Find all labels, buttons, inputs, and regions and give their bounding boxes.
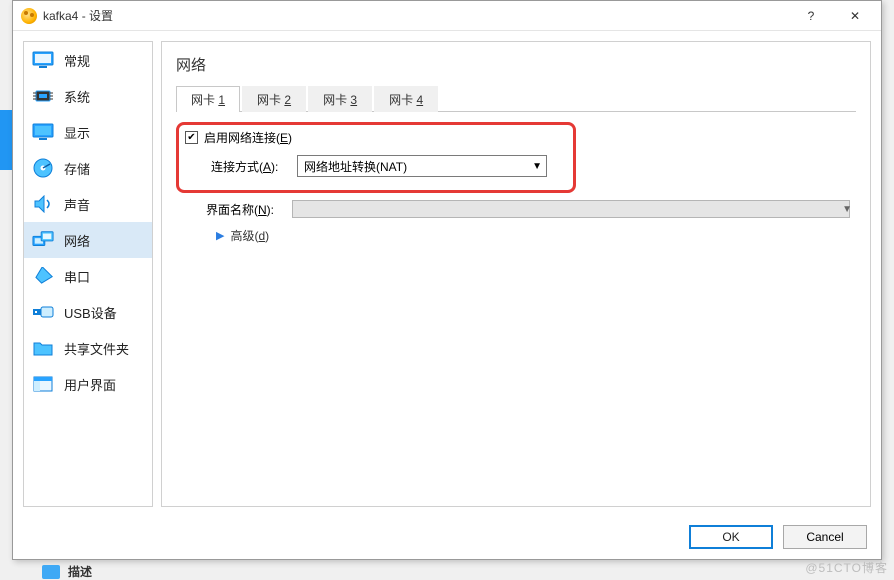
question-icon: ? <box>808 9 815 23</box>
close-button[interactable]: ✕ <box>833 2 877 30</box>
attached-to-row: 连接方式(A): 网络地址转换(NAT) ▼ <box>185 152 567 180</box>
sidebar-item-system[interactable]: 系统 <box>24 78 152 114</box>
chevron-down-icon: ▼ <box>842 204 852 215</box>
sidebar-item-general[interactable]: 常规 <box>24 42 152 78</box>
sidebar-item-label: 显示 <box>64 123 90 142</box>
adapter-tabs: 网卡 1 网卡 2 网卡 3 网卡 4 <box>176 85 856 112</box>
sidebar-item-label: 系统 <box>64 87 90 106</box>
triangle-right-icon: ▶ <box>216 229 224 242</box>
sidebar-item-audio[interactable]: 声音 <box>24 186 152 222</box>
enable-network-row: ✔ 启用网络连接(E) <box>185 127 567 152</box>
sidebar-item-usb[interactable]: USB设备 <box>24 294 152 330</box>
tab-label: 网卡 1 <box>191 93 225 107</box>
help-button[interactable]: ? <box>789 2 833 30</box>
display-icon <box>32 122 54 142</box>
enable-network-checkbox[interactable]: ✔ <box>185 131 198 144</box>
titlebar: kafka4 - 设置 ? ✕ <box>13 1 881 31</box>
sidebar-item-label: 网络 <box>64 231 90 250</box>
window-title: kafka4 - 设置 <box>43 7 789 24</box>
sidebar-item-serial[interactable]: 串口 <box>24 258 152 294</box>
tab-adapter-2[interactable]: 网卡 2 <box>242 86 306 112</box>
chevron-down-icon: ▼ <box>532 161 542 172</box>
sidebar-item-interface[interactable]: 用户界面 <box>24 366 152 402</box>
sidebar-item-network[interactable]: 网络 <box>24 222 152 258</box>
close-icon: ✕ <box>850 9 860 23</box>
sidebar-item-storage[interactable]: 存储 <box>24 150 152 186</box>
sidebar-item-display[interactable]: 显示 <box>24 114 152 150</box>
cancel-button[interactable]: Cancel <box>783 525 867 549</box>
sidebar-item-label: USB设备 <box>64 303 117 322</box>
tab-label: 网卡 2 <box>257 93 291 107</box>
app-icon <box>21 8 37 24</box>
settings-dialog: kafka4 - 设置 ? ✕ 常规 系统 <box>12 0 882 560</box>
tab-adapter-1[interactable]: 网卡 1 <box>176 86 240 112</box>
attached-to-combo[interactable]: 网络地址转换(NAT) ▼ <box>297 155 547 177</box>
attached-to-label: 连接方式(A): <box>211 158 291 175</box>
description-label: 描述 <box>68 563 92 580</box>
interface-name-label: 界面名称(N): <box>206 201 286 218</box>
dialog-footer: OK Cancel <box>13 517 881 559</box>
chip-icon <box>32 86 54 106</box>
sidebar-item-label: 用户界面 <box>64 375 116 394</box>
sidebar-item-label: 常规 <box>64 51 90 70</box>
tab-label: 网卡 4 <box>389 93 423 107</box>
sidebar-item-label: 声音 <box>64 195 90 214</box>
usb-icon <box>32 302 54 322</box>
description-icon <box>42 565 60 579</box>
page-title: 网络 <box>176 50 856 85</box>
description-strip: 描述 <box>42 563 92 580</box>
monitor-icon <box>32 50 54 70</box>
tab-adapter-3[interactable]: 网卡 3 <box>308 86 372 112</box>
interface-name-row: 界面名称(N): ▼ <box>180 197 852 221</box>
enable-network-label: 启用网络连接(E) <box>204 129 292 146</box>
network-icon <box>32 230 54 250</box>
serial-port-icon <box>32 266 54 286</box>
content-panel: 网络 网卡 1 网卡 2 网卡 3 网卡 4 ✔ 启用网络连接(E) 连接方式(… <box>161 41 871 507</box>
tab-body: ✔ 启用网络连接(E) 连接方式(A): 网络地址转换(NAT) ▼ 界面名称(… <box>176 112 856 498</box>
disk-icon <box>32 158 54 178</box>
category-sidebar: 常规 系统 显示 存储 <box>23 41 153 507</box>
sidebar-item-label: 串口 <box>64 267 90 286</box>
sidebar-item-label: 存储 <box>64 159 90 178</box>
interface-name-combo[interactable] <box>292 200 850 218</box>
sidebar-item-label: 共享文件夹 <box>64 339 129 358</box>
highlight-annotation: ✔ 启用网络连接(E) 连接方式(A): 网络地址转换(NAT) ▼ <box>176 122 576 193</box>
advanced-expander[interactable]: ▶ 高级(d) <box>180 221 852 244</box>
dialog-body: 常规 系统 显示 存储 <box>13 31 881 517</box>
speaker-icon <box>32 194 54 214</box>
attached-to-value: 网络地址转换(NAT) <box>304 158 407 175</box>
tab-adapter-4[interactable]: 网卡 4 <box>374 86 438 112</box>
ok-button[interactable]: OK <box>689 525 773 549</box>
folder-icon <box>32 338 54 358</box>
interface-icon <box>32 374 54 394</box>
sidebar-item-shared-folders[interactable]: 共享文件夹 <box>24 330 152 366</box>
advanced-label: 高级(d) <box>230 227 269 244</box>
watermark: @51CTO博客 <box>805 559 888 576</box>
tab-label: 网卡 3 <box>323 93 357 107</box>
